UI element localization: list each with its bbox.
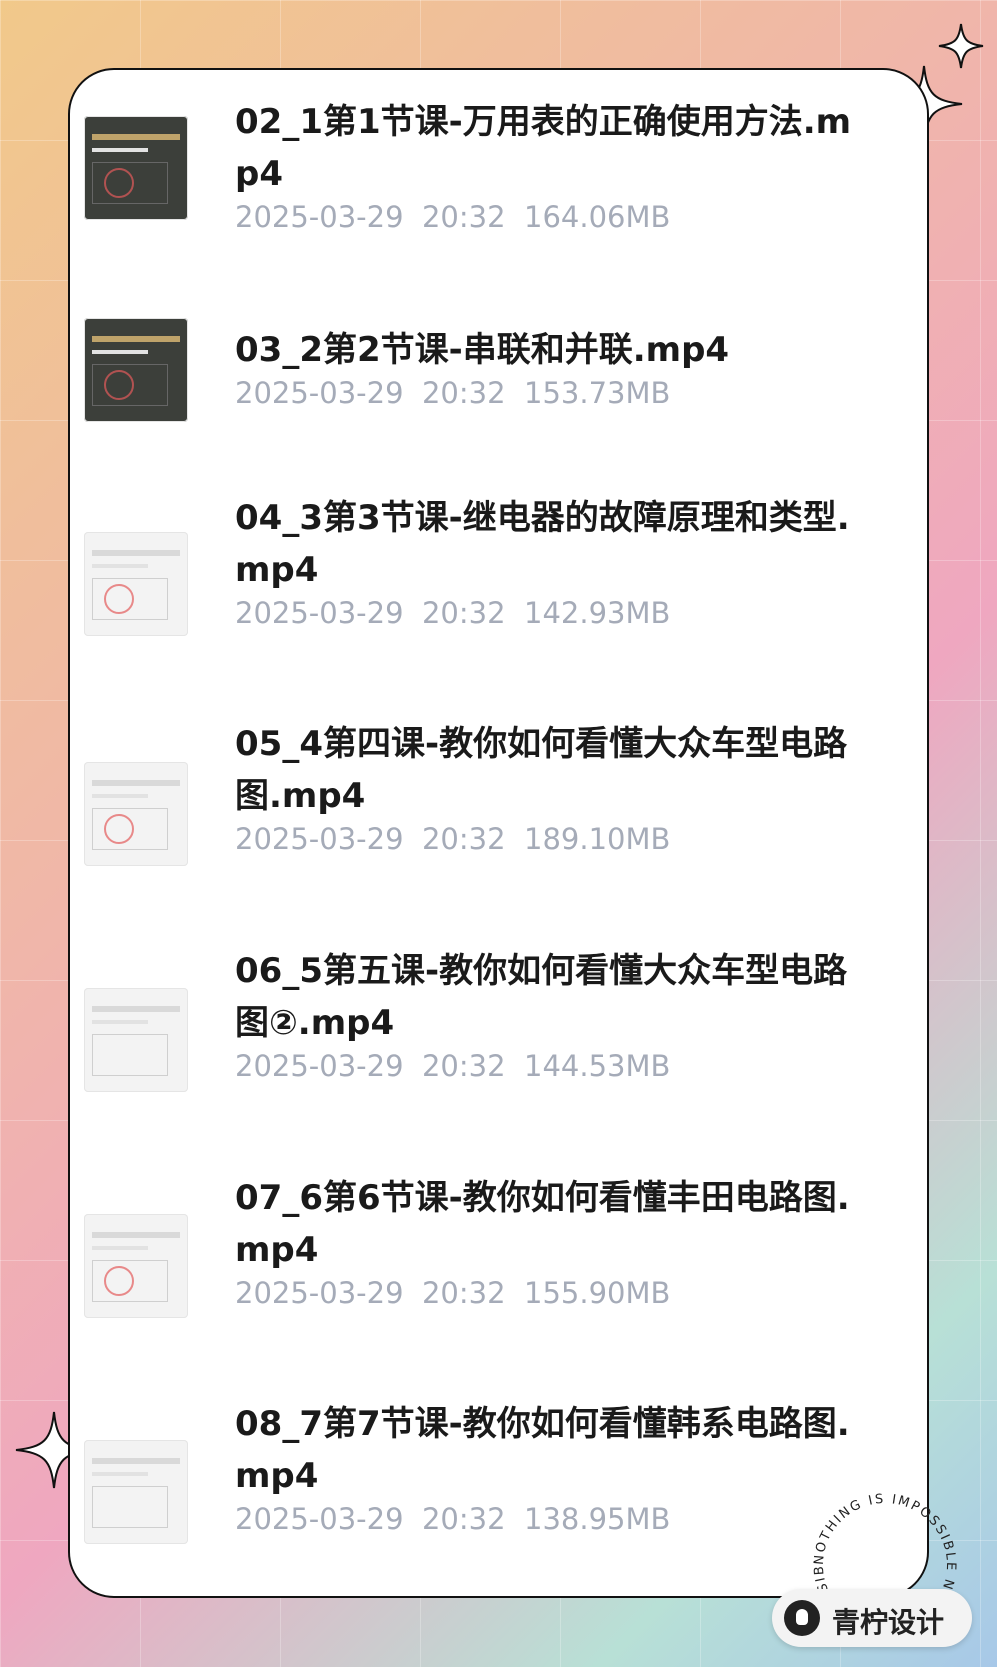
file-time: 20:32 (421, 822, 506, 856)
file-meta: 2025-03-29 20:32 155.90MB (235, 1276, 670, 1310)
file-title: 08_7第7节课-教你如何看懂韩系电路图.mp4 (235, 1404, 850, 1496)
file-title: 02_1第1节课-万用表的正确使用方法.mp4 (235, 102, 852, 194)
file-title: 07_6第6节课-教你如何看懂丰田电路图.mp4 (235, 1178, 850, 1270)
file-size: 155.90MB (524, 1276, 671, 1310)
file-date: 2025-03-29 (235, 200, 404, 234)
file-title: 05_4第四课-教你如何看懂大众车型电路图.mp4 (235, 724, 848, 816)
video-thumbnail (84, 1440, 188, 1544)
file-meta: 2025-03-29 20:32 138.95MB (235, 1502, 670, 1536)
file-date: 2025-03-29 (235, 376, 404, 410)
file-size: 164.06MB (524, 200, 671, 234)
file-meta: 2025-03-29 20:32 153.73MB (235, 376, 670, 410)
sparkle-icon (938, 23, 984, 69)
file-time: 20:32 (421, 1502, 506, 1536)
video-thumbnail (84, 116, 188, 220)
brand-badge: 青柠设计 (772, 1589, 972, 1647)
file-size: 189.10MB (524, 822, 671, 856)
video-thumbnail (84, 762, 188, 866)
file-size: 142.93MB (524, 596, 671, 630)
file-size: 138.95MB (524, 1502, 671, 1536)
lemon-icon (784, 1600, 820, 1636)
brand-badge-text: 青柠设计 (832, 1606, 945, 1639)
file-meta: 2025-03-29 20:32 189.10MB (235, 822, 670, 856)
video-thumbnail (84, 318, 188, 422)
file-title: 03_2第2节课-串联和并联.mp4 (235, 330, 730, 370)
file-title: 04_3第3节课-继电器的故障原理和类型.mp4 (235, 498, 850, 590)
file-meta: 2025-03-29 20:32 142.93MB (235, 596, 670, 630)
file-date: 2025-03-29 (235, 822, 404, 856)
file-size: 153.73MB (524, 376, 671, 410)
file-meta: 2025-03-29 20:32 164.06MB (235, 200, 670, 234)
file-meta: 2025-03-29 20:32 144.53MB (235, 1049, 670, 1083)
video-thumbnail (84, 1214, 188, 1318)
video-thumbnail (84, 988, 188, 1092)
file-list-card: 02_1第1节课-万用表的正确使用方法.mp4 2025-03-29 20:32… (68, 68, 929, 1598)
file-title: 06_5第五课-教你如何看懂大众车型电路图②.mp4 (235, 951, 848, 1043)
file-time: 20:32 (421, 200, 506, 234)
file-time: 20:32 (421, 376, 506, 410)
file-date: 2025-03-29 (235, 1276, 404, 1310)
video-thumbnail (84, 532, 188, 636)
file-time: 20:32 (421, 1276, 506, 1310)
file-size: 144.53MB (524, 1049, 671, 1083)
file-date: 2025-03-29 (235, 1049, 404, 1083)
file-date: 2025-03-29 (235, 1502, 404, 1536)
file-date: 2025-03-29 (235, 596, 404, 630)
file-time: 20:32 (421, 596, 506, 630)
file-time: 20:32 (421, 1049, 506, 1083)
